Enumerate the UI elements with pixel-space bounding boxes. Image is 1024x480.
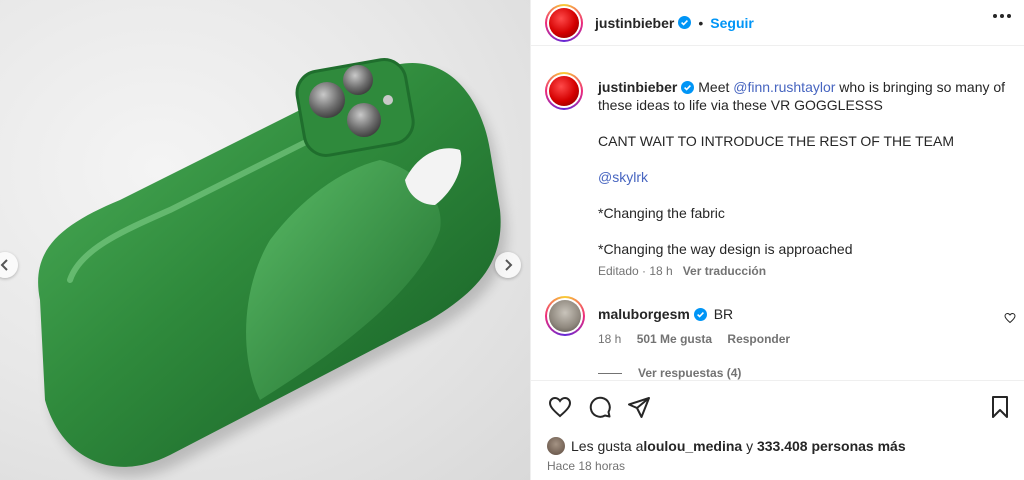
follow-button[interactable]: Seguir xyxy=(710,15,754,31)
author-avatar[interactable] xyxy=(545,3,583,42)
mention-link-finn[interactable]: @finn.rushtaylor xyxy=(733,79,835,95)
caption-line-5: *Changing the way design is approached xyxy=(598,241,853,257)
comment-time: 18 h xyxy=(598,332,622,346)
comment-body: maluborgesm BR xyxy=(598,306,733,322)
comment-like-icon[interactable] xyxy=(1004,311,1016,327)
commenter-username[interactable]: maluborgesm xyxy=(598,306,690,322)
caption-meta: Editado · 18 h Ver traducción xyxy=(598,264,766,278)
commenter-avatar[interactable] xyxy=(545,296,585,336)
caption-line-2: CANT WAIT TO INTRODUCE THE REST OF THE T… xyxy=(598,133,955,149)
phone-case-image xyxy=(38,58,507,477)
caption-line-4: *Changing the fabric xyxy=(598,205,725,221)
view-replies-label: Ver respuestas (4) xyxy=(638,366,742,380)
view-replies-button[interactable]: Ver respuestas (4) xyxy=(598,366,741,380)
post-header: justinbieber • Seguir xyxy=(531,0,1024,46)
comment-meta: 18 h 501 Me gusta Responder xyxy=(598,332,802,346)
next-image-button[interactable] xyxy=(495,252,521,278)
reply-button[interactable]: Responder xyxy=(727,332,790,346)
author-username[interactable]: justinbieber xyxy=(595,15,674,31)
verified-icon xyxy=(678,16,692,29)
verified-icon xyxy=(693,308,707,321)
action-bar: Les gusta a loulou_medina y 333.408 pers… xyxy=(531,380,1024,480)
heart-icon[interactable] xyxy=(547,395,573,422)
likes-prefix: Les gusta a xyxy=(571,438,644,454)
caption-author-avatar[interactable] xyxy=(545,72,583,110)
post-caption: justinbieber Meet @finn.rushtaylor who i… xyxy=(598,78,1018,276)
more-icon[interactable] xyxy=(993,14,1011,18)
likes-summary[interactable]: Les gusta a loulou_medina y 333.408 pers… xyxy=(547,437,906,455)
post-details-panel: justinbieber • Seguir justinbieber Meet … xyxy=(530,0,1024,480)
likes-mid: y xyxy=(742,438,757,454)
post-timestamp: Hace 18 horas xyxy=(547,459,626,473)
chevron-right-icon xyxy=(505,259,513,271)
likes-count[interactable]: 333.408 personas más xyxy=(757,438,906,454)
comment-icon[interactable] xyxy=(588,395,612,422)
chevron-left-icon xyxy=(0,259,8,271)
liker-username[interactable]: loulou_medina xyxy=(643,438,742,454)
post-media[interactable] xyxy=(0,0,530,480)
liker-avatar xyxy=(547,437,565,455)
comment-text: BR xyxy=(713,306,734,322)
verified-icon xyxy=(681,81,695,94)
caption-username[interactable]: justinbieber xyxy=(598,79,677,95)
comment-likes[interactable]: 501 Me gusta xyxy=(637,332,712,346)
caption-line-1: justinbieber Meet @finn.rushtaylor who i… xyxy=(598,78,1018,114)
caption-text-prefix: Meet xyxy=(698,79,734,95)
bookmark-icon[interactable] xyxy=(989,395,1011,422)
separator-dot: • xyxy=(698,14,704,31)
edited-label: Editado · 18 h xyxy=(598,264,673,278)
see-translation-button[interactable]: Ver traducción xyxy=(683,264,766,278)
send-icon[interactable] xyxy=(627,395,651,422)
mention-link-skylrk[interactable]: @skylrk xyxy=(598,169,648,185)
